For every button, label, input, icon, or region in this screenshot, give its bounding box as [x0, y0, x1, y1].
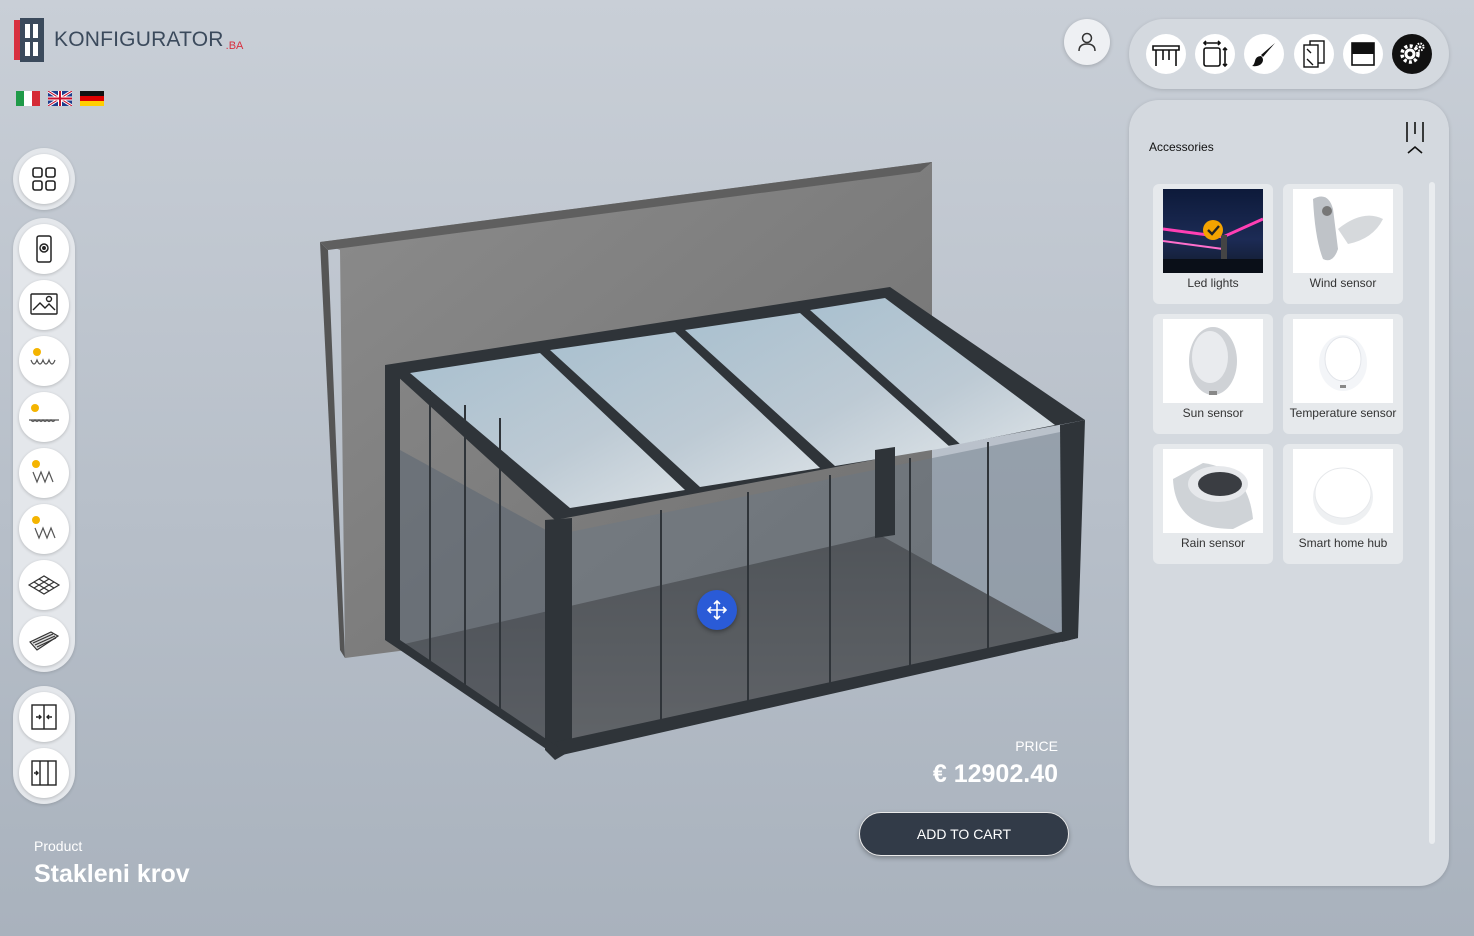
- roof-cover-icon: [1351, 42, 1375, 66]
- wind-sensor-image: [1293, 189, 1393, 273]
- temperature-sensor-image: [1293, 319, 1393, 403]
- product-label: Product: [34, 838, 83, 854]
- accessory-rain-sensor[interactable]: Rain sensor: [1153, 444, 1273, 564]
- grid-view-button[interactable]: [19, 154, 69, 204]
- flag-germany-icon[interactable]: [80, 91, 104, 106]
- landscape-settings-button[interactable]: [19, 280, 69, 330]
- accessory-label: Temperature sensor: [1289, 406, 1397, 420]
- panel-scrollbar[interactable]: [1429, 182, 1435, 844]
- rain-sensor-image: [1163, 449, 1263, 533]
- sun-sensor-image: [1163, 319, 1263, 403]
- glass-panels-button[interactable]: [1293, 34, 1334, 74]
- accessories-grid: Led lights Wind sensor Sun sensor Temper…: [1153, 184, 1403, 564]
- accessories-panel: Accessories Led lights Wind sensor Sun s…: [1129, 100, 1449, 886]
- phone-remote-button[interactable]: [19, 224, 69, 274]
- accessory-temperature-sensor[interactable]: Temperature sensor: [1283, 314, 1403, 434]
- paint-brush-button[interactable]: [1244, 34, 1285, 74]
- sun-shade-2-icon: [29, 404, 59, 423]
- pergola-icon: [1151, 45, 1180, 66]
- wall-panel-button[interactable]: [19, 616, 69, 666]
- brand-name: KONFIGURATOR: [54, 28, 224, 51]
- left-rail-bottom: [13, 686, 75, 804]
- add-to-cart-button[interactable]: ADD TO CART: [859, 812, 1069, 856]
- panel-title: Accessories: [1149, 140, 1214, 154]
- landscape-settings-icon: [30, 293, 58, 315]
- settings-gear-button[interactable]: [1392, 34, 1433, 74]
- price-value: € 12902.40: [932, 760, 1058, 788]
- roof-grid-button[interactable]: [19, 560, 69, 610]
- sliding-door-icon: [31, 704, 57, 730]
- sun-shade-3-button[interactable]: [19, 448, 69, 498]
- brand-logo[interactable]: KONFIGURATOR .BA: [14, 18, 243, 62]
- accessory-label: Wind sensor: [1309, 276, 1377, 290]
- accessory-sun-sensor[interactable]: Sun sensor: [1153, 314, 1273, 434]
- brand-suffix: .BA: [225, 40, 244, 52]
- sun-shade-4-button[interactable]: [19, 504, 69, 554]
- wall-panel-icon: [29, 631, 60, 651]
- smart-home-hub-image: [1293, 449, 1393, 533]
- flag-italy-icon[interactable]: [16, 91, 40, 106]
- roof-grid-icon: [27, 575, 61, 595]
- user-icon: [1078, 32, 1096, 52]
- folding-door-icon: [31, 760, 57, 786]
- pergola-button[interactable]: [1145, 34, 1186, 74]
- glass-roof-model: [320, 162, 1085, 760]
- folding-door-button[interactable]: [19, 748, 69, 798]
- sun-shade-1-button[interactable]: [19, 336, 69, 386]
- price-label: PRICE: [1015, 738, 1058, 754]
- roof-cover-button[interactable]: [1342, 34, 1383, 74]
- settings-gear-icon: [1400, 42, 1425, 64]
- sun-shade-1-icon: [30, 348, 56, 365]
- accessory-label: Rain sensor: [1180, 536, 1246, 550]
- led-lights-image: [1163, 189, 1263, 273]
- move-handle-button[interactable]: [697, 590, 737, 630]
- logo-mark-icon: [14, 18, 48, 62]
- user-account-button[interactable]: [1064, 19, 1110, 65]
- 3d-viewport[interactable]: [300, 150, 1100, 775]
- top-toolbar: [1129, 19, 1449, 89]
- paint-brush-icon: [1252, 43, 1276, 67]
- left-rail-top: [13, 148, 75, 210]
- sliding-door-button[interactable]: [19, 692, 69, 742]
- product-name: Stakleni krov: [34, 860, 190, 888]
- accessory-wind-sensor[interactable]: Wind sensor: [1283, 184, 1403, 304]
- accessory-smart-home-hub[interactable]: Smart home hub: [1283, 444, 1403, 564]
- grid-view-icon: [32, 167, 56, 191]
- sun-shade-3-icon: [32, 460, 54, 484]
- accessory-led-lights[interactable]: Led lights: [1153, 184, 1273, 304]
- sun-shade-2-button[interactable]: [19, 392, 69, 442]
- dimensions-button[interactable]: [1194, 34, 1235, 74]
- dimensions-icon: [1202, 40, 1228, 68]
- move-arrows-icon: [706, 599, 728, 621]
- language-selector: [16, 91, 104, 106]
- phone-remote-icon: [36, 235, 52, 263]
- glass-panels-icon: [1302, 40, 1325, 68]
- sun-shade-4-icon: [32, 516, 56, 540]
- accessory-label: Smart home hub: [1298, 536, 1388, 550]
- accessory-label: Led lights: [1187, 276, 1239, 290]
- collapse-panel-icon[interactable]: [1403, 120, 1427, 156]
- left-rail-middle: [13, 218, 75, 672]
- flag-uk-icon[interactable]: [48, 91, 72, 106]
- accessory-label: Sun sensor: [1182, 406, 1244, 420]
